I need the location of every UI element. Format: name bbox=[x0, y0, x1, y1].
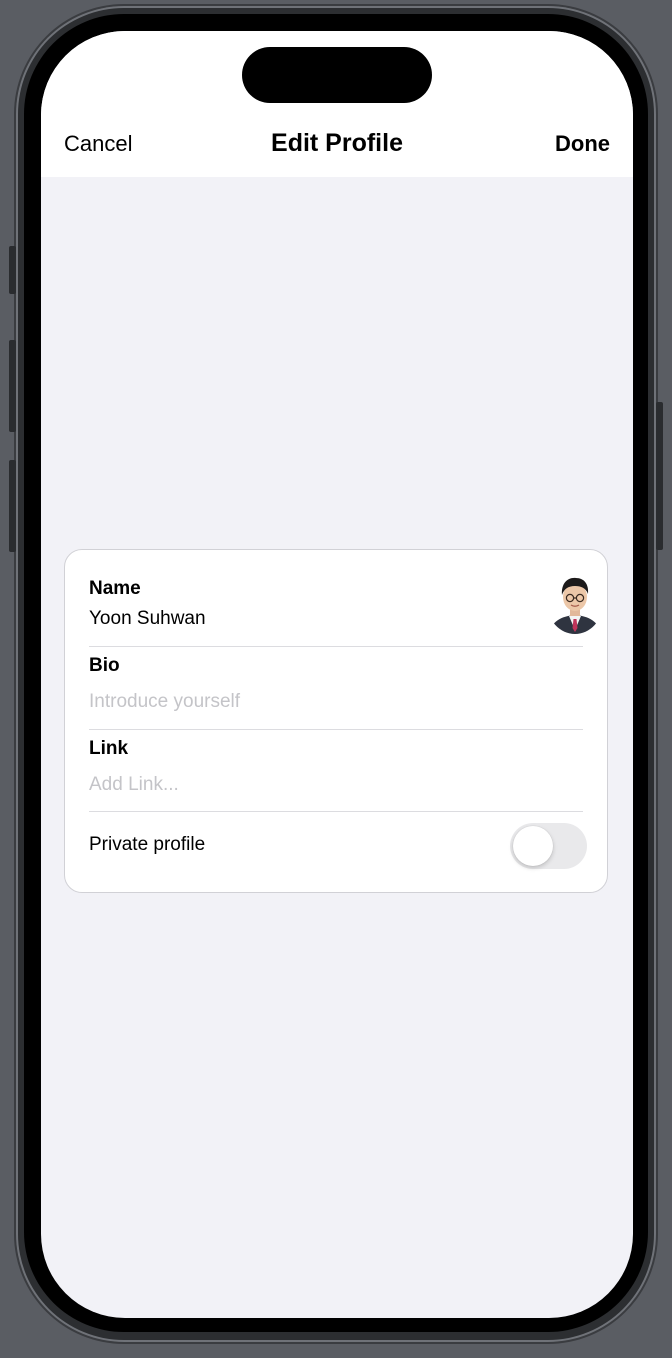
avatar-photo bbox=[547, 572, 603, 634]
bio-row: Bio bbox=[89, 655, 583, 713]
dynamic-island bbox=[242, 47, 432, 103]
private-profile-toggle[interactable] bbox=[510, 823, 587, 869]
action-button bbox=[9, 246, 16, 294]
volume-down-button bbox=[9, 460, 16, 552]
divider bbox=[89, 646, 583, 647]
link-input[interactable] bbox=[89, 774, 583, 796]
name-label: Name bbox=[89, 578, 141, 599]
done-button[interactable]: Done bbox=[555, 131, 610, 157]
divider bbox=[89, 729, 583, 730]
power-button bbox=[656, 402, 663, 550]
toggle-knob bbox=[513, 826, 553, 866]
private-profile-label: Private profile bbox=[89, 834, 206, 855]
edit-profile-card: Name Yoon Suhwan Bio Introduce yourself … bbox=[64, 549, 608, 893]
volume-up-button bbox=[9, 340, 16, 432]
screen: Cancel Edit Profile Done Name Yoon Suhwa… bbox=[41, 31, 633, 1318]
bio-input[interactable] bbox=[89, 691, 583, 713]
divider bbox=[89, 811, 583, 812]
link-row: Link bbox=[89, 738, 583, 796]
page-title: Edit Profile bbox=[271, 129, 403, 157]
bio-label: Bio bbox=[89, 655, 120, 676]
name-value[interactable]: Yoon Suhwan bbox=[89, 608, 583, 630]
link-label: Link bbox=[89, 738, 129, 759]
name-row[interactable]: Name Yoon Suhwan bbox=[89, 578, 583, 630]
avatar[interactable] bbox=[547, 572, 603, 634]
